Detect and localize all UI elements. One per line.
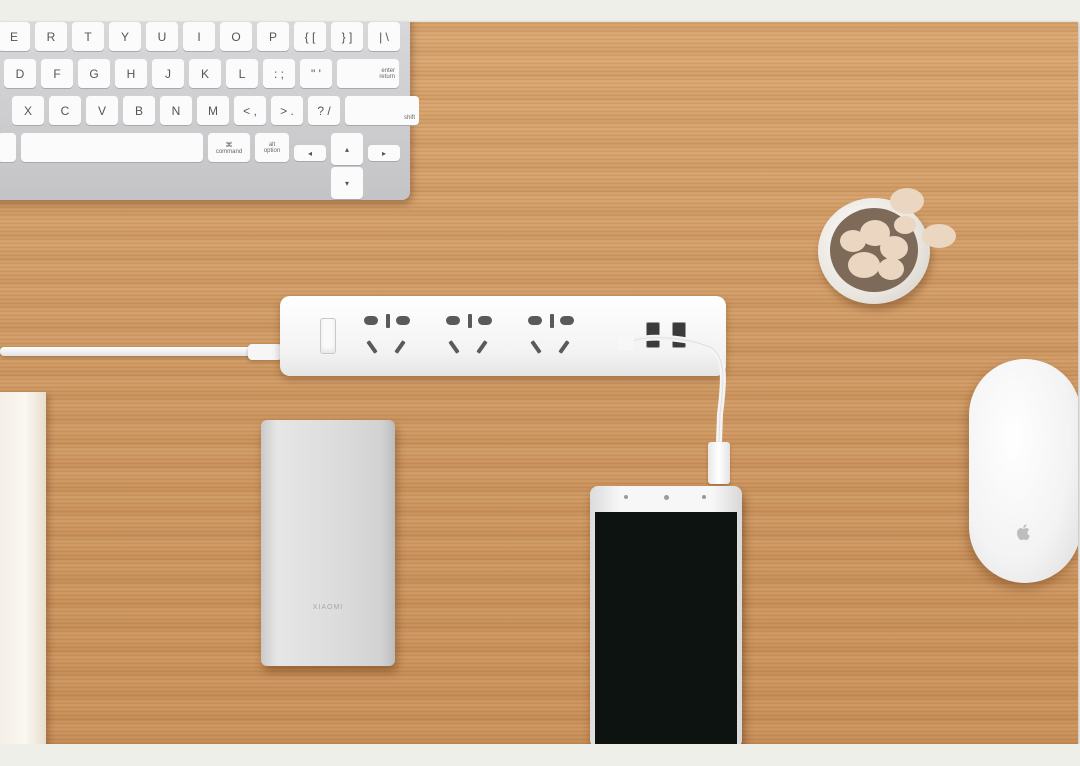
key: } ] [331,22,363,51]
usb-port [646,322,660,348]
ac-outlet [362,310,420,360]
key: < , [234,96,266,125]
key: : ; [263,59,295,88]
option-key: alt option [255,133,289,162]
usb-connector [708,442,730,484]
ac-outlet [444,310,502,360]
phone-sensor [624,495,628,499]
key: R [35,22,67,51]
key: | \ [368,22,400,51]
power-switch [320,318,336,354]
usb-port [672,322,686,348]
key [0,133,16,162]
key: C [49,96,81,125]
key: G [78,59,110,88]
notebook [0,392,46,744]
key: " ' [300,59,332,88]
power-cable [0,347,262,356]
key: D [4,59,36,88]
arrow-down-key: ▾ [331,167,363,199]
ac-outlet [526,310,584,360]
keyboard-row-3: X C V B N M < , > . ? / shift [12,96,419,126]
key: ? / [308,96,340,125]
arrow-left-key: ◂ [294,145,326,161]
power-cable-plug [248,344,282,360]
key: L [226,59,258,88]
arrow-up-key: ▴ [331,133,363,165]
key: T [72,22,104,51]
key: J [152,59,184,88]
key: X [12,96,44,125]
key: I [183,22,215,51]
arrow-up-down-keys: ▴ ▾ [331,133,363,199]
keyboard-row-4: ⌘ command alt option ◂ ▴ ▾ ▸ [0,133,402,199]
key: K [189,59,221,88]
power-bank-label: XIAOMI [312,604,344,611]
power-strip [280,296,726,376]
image-frame: E R T Y U I O P { [ } ] | \ D F G H J K … [0,0,1080,766]
key: M [197,96,229,125]
keyboard-row-2: D F G H J K L : ; " ' enter return [4,59,402,89]
return-key-label: return [379,73,395,80]
desk-photo: E R T Y U I O P { [ } ] | \ D F G H J K … [0,22,1078,744]
phone-screen [595,512,737,744]
apple-logo-icon [1017,524,1030,541]
command-key-label: command [215,148,243,155]
keyboard-row-1: E R T Y U I O P { [ } ] | \ [0,22,402,52]
dried-flowers [830,208,918,292]
key: V [86,96,118,125]
phone-sensor [702,495,706,499]
key: F [41,59,73,88]
key: O [220,22,252,51]
key: E [0,22,30,51]
power-bank: XIAOMI [261,420,395,666]
arrow-right-key: ▸ [368,145,400,161]
key: { [ [294,22,326,51]
shift-key: shift [345,96,419,125]
shift-key-label: shift [403,115,415,121]
potted-plant [818,188,956,304]
smartphone [590,486,742,744]
key: N [160,96,192,125]
key: U [146,22,178,51]
bottom-margin [0,744,1080,766]
phone-camera [664,495,669,500]
space-bar [21,133,203,162]
key: P [257,22,289,51]
option-key-label: option [263,147,281,154]
mouse [969,359,1078,583]
key: > . [271,96,303,125]
key: H [115,59,147,88]
key: B [123,96,155,125]
key: Y [109,22,141,51]
command-symbol: ⌘ [225,141,233,149]
command-key: ⌘ command [208,133,250,162]
return-key: enter return [337,59,399,88]
keyboard: E R T Y U I O P { [ } ] | \ D F G H J K … [0,22,419,200]
